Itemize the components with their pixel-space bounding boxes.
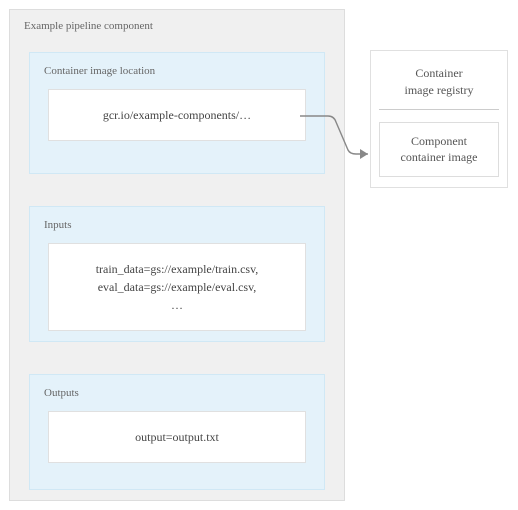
inputs-section: Inputs train_data=gs://example/train.csv…: [29, 206, 325, 342]
outputs-section: Outputs output=output.txt: [29, 374, 325, 490]
panel-title: Example pipeline component: [24, 20, 153, 32]
registry-box-line2: container image: [401, 150, 478, 164]
registry-title-line1: Container: [415, 66, 462, 80]
pipeline-component-panel: Example pipeline component Container ima…: [9, 9, 345, 501]
inputs-label: Inputs: [30, 219, 324, 243]
registry-title: Container image registry: [379, 61, 499, 110]
inputs-line: eval_data=gs://example/eval.csv,: [57, 278, 297, 296]
registry-box-line1: Component: [411, 134, 467, 148]
container-location-section: Container image location gcr.io/example-…: [29, 52, 325, 174]
location-value: gcr.io/example-components/…: [48, 89, 306, 141]
outputs-label: Outputs: [30, 387, 324, 411]
inputs-line: train_data=gs://example/train.csv,: [57, 260, 297, 278]
registry-panel: Container image registry Component conta…: [370, 50, 508, 188]
inputs-value: train_data=gs://example/train.csv, eval_…: [48, 243, 306, 331]
component-image-box: Component container image: [379, 122, 499, 178]
outputs-value: output=output.txt: [48, 411, 306, 463]
inputs-line: …: [57, 296, 297, 314]
registry-title-line2: image registry: [405, 83, 474, 97]
location-label: Container image location: [30, 65, 324, 89]
